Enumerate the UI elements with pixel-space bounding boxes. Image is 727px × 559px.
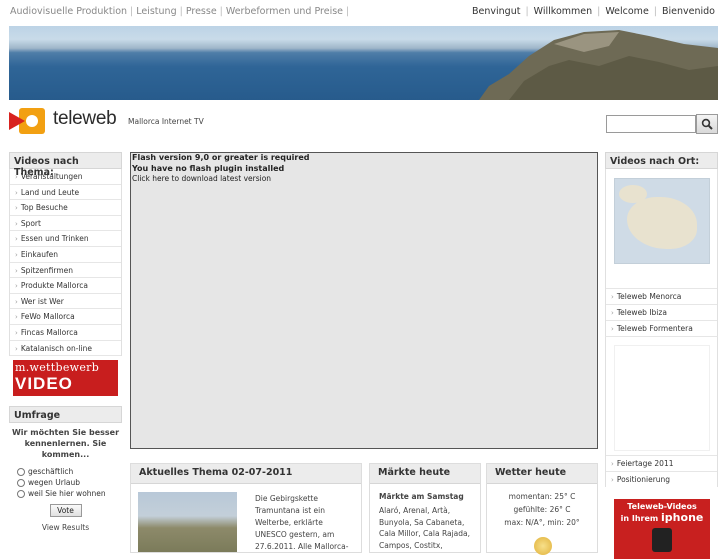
phone-icon xyxy=(652,528,672,552)
weather-felt-temp: gefühlte: 26° C xyxy=(513,505,571,514)
nav-separator: | xyxy=(653,6,657,17)
top-bar: Audiovisuelle Produktion | Leistung | Presse… xyxy=(0,0,727,26)
map-landmass xyxy=(626,197,697,249)
ad-placeholder xyxy=(605,336,718,455)
vote-button[interactable]: Vote xyxy=(49,504,82,518)
logo-row: teleweb Mallorca Internet TV xyxy=(0,102,727,144)
view-results-link[interactable]: View Results xyxy=(9,523,122,532)
markets-panel: Märkte heute Märkte am Samstag Alaró, Ar… xyxy=(369,463,481,553)
poll-option-label: wegen Urlaub xyxy=(28,478,81,488)
lang-link-catalan[interactable]: Benvingut xyxy=(472,6,520,17)
poll-option-label: geschäftlich xyxy=(28,467,74,477)
teleweb-logo-icon[interactable] xyxy=(9,108,45,134)
sidebar-item-katalanisch[interactable]: Katalanisch on-line xyxy=(10,341,121,357)
place-item-ibiza[interactable]: Teleweb Ibiza xyxy=(606,304,717,320)
video-contest-banner[interactable]: m.wettbewerb VIDEO xyxy=(13,360,118,397)
nav-separator: | xyxy=(597,6,601,17)
extra-menu: Feiertage 2011 Positionierung xyxy=(605,455,718,487)
sidebar-item-essen-und-trinken[interactable]: Essen und Trinken xyxy=(10,231,121,247)
top-nav-left: Audiovisuelle Produktion | Leistung | Presse… xyxy=(10,6,352,17)
menu-item-feiertage[interactable]: Feiertage 2011 xyxy=(606,455,717,471)
radio-button[interactable] xyxy=(17,478,25,487)
sidebar-title-places: Videos nach Ort: xyxy=(605,152,718,169)
sidebar-item-fincas-mallorca[interactable]: Fincas Mallorca xyxy=(10,325,121,341)
menu-item-positionierung[interactable]: Positionierung xyxy=(606,471,717,487)
sidebar-item-veranstaltungen[interactable]: Veranstaltungen xyxy=(10,169,121,185)
nav-separator: | xyxy=(525,6,529,17)
sidebar-title-themes: Videos nach Thema: xyxy=(9,152,122,178)
coastline-illustration xyxy=(479,30,718,100)
video-player-placeholder: Flash version 9,0 or greater is required… xyxy=(130,152,598,449)
nav-separator: | xyxy=(130,6,134,17)
sun-icon xyxy=(534,537,552,555)
weather-title: Wetter heute xyxy=(487,464,597,484)
iphone-ad-banner[interactable]: Teleweb-Videos in Ihrem iphone xyxy=(614,499,710,559)
markets-list: Alaró, Arenal, Artà, Bunyola, Sa Cabanet… xyxy=(379,506,471,550)
left-sidebar: Videos nach Thema: Veranstaltungen Land … xyxy=(9,152,122,532)
iphone-ad-brand: iphone xyxy=(661,511,704,524)
nav-link-audiovisuelle-produktion[interactable]: Audiovisuelle Produktion xyxy=(10,6,127,17)
flash-required-message: Flash version 9,0 or greater is required xyxy=(132,153,310,162)
nav-separator: | xyxy=(219,6,223,17)
sidebar-item-fewo-mallorca[interactable]: FeWo Mallorca xyxy=(10,309,121,325)
logo-tagline: Mallorca Internet TV xyxy=(128,117,204,126)
right-sidebar: Videos nach Ort: Teleweb Menorca Teleweb… xyxy=(605,152,718,559)
search-icon xyxy=(701,118,713,130)
current-topic-photo[interactable] xyxy=(138,492,237,552)
poll-option[interactable]: weil Sie hier wohnen xyxy=(9,488,122,499)
sidebar-item-top-besuche[interactable]: Top Besuche xyxy=(10,200,121,216)
current-topic-panel: Aktuelles Thema 02-07-2011 Die Gebirgske… xyxy=(130,463,362,553)
iphone-ad-line1: Teleweb-Videos xyxy=(627,502,697,511)
header-banner-image xyxy=(9,26,718,100)
place-item-menorca[interactable]: Teleweb Menorca xyxy=(606,288,717,304)
sidebar-item-einkaufen[interactable]: Einkaufen xyxy=(10,247,121,263)
map-container xyxy=(605,169,718,288)
poll-option[interactable]: wegen Urlaub xyxy=(9,477,122,488)
poll-option-label: weil Sie hier wohnen xyxy=(28,489,106,499)
nav-link-werbeformen[interactable]: Werbeformen und Preise xyxy=(226,6,343,17)
poll-title: Umfrage xyxy=(9,406,122,424)
place-item-formentera[interactable]: Teleweb Formentera xyxy=(606,320,717,336)
markets-subtitle: Märkte am Samstag xyxy=(379,492,464,501)
poll-option[interactable]: geschäftlich xyxy=(9,466,122,477)
nav-separator: | xyxy=(179,6,183,17)
poll-question: Wir möchten Sie besser kennenlernen. Sie… xyxy=(11,428,120,460)
nav-separator: | xyxy=(346,6,350,17)
iphone-ad-line2: in Ihrem iphone xyxy=(614,511,710,524)
sidebar-item-spitzenfirmen[interactable]: Spitzenfirmen xyxy=(10,263,121,279)
markets-title: Märkte heute xyxy=(370,464,480,484)
nav-link-leistung[interactable]: Leistung xyxy=(136,6,176,17)
lang-link-spanish[interactable]: Bienvenido xyxy=(662,6,715,17)
contest-banner-line2: VIDEO xyxy=(15,374,73,394)
contest-banner-line1: m.wettbewerb xyxy=(15,361,100,375)
nav-link-presse[interactable]: Presse xyxy=(186,6,217,17)
sidebar-item-wer-ist-wer[interactable]: Wer ist Wer xyxy=(10,294,121,310)
search-input[interactable] xyxy=(606,115,696,133)
language-nav: Benvingut | Willkommen | Welcome | Bienvenido xyxy=(472,6,715,17)
radio-button[interactable] xyxy=(17,489,25,498)
weather-panel: Wetter heute momentan: 25° C gefühlte: 2… xyxy=(486,463,598,555)
search-button[interactable] xyxy=(696,114,718,134)
no-flash-message: You have no flash plugin installed xyxy=(132,163,285,173)
theme-menu: Veranstaltungen Land und Leute Top Besuc… xyxy=(9,169,122,357)
iphone-ad-prefix: in Ihrem xyxy=(620,514,659,523)
radio-button[interactable] xyxy=(17,467,25,476)
sidebar-item-land-und-leute[interactable]: Land und Leute xyxy=(10,185,121,201)
ad-placeholder-inner xyxy=(614,345,710,451)
current-topic-title: Aktuelles Thema 02-07-2011 xyxy=(131,464,361,484)
weather-current-temp: momentan: 25° C xyxy=(508,492,576,501)
download-flash-link[interactable]: Click here to download latest version xyxy=(131,174,597,184)
current-topic-text: Die Gebirgskette Tramuntana ist ein Welt… xyxy=(255,494,349,551)
sidebar-item-sport[interactable]: Sport xyxy=(10,216,121,232)
mallorca-map[interactable] xyxy=(613,178,710,264)
weather-range: max: N/A°, min: 20° xyxy=(504,518,580,527)
sidebar-item-produkte-mallorca[interactable]: Produkte Mallorca xyxy=(10,278,121,294)
lang-link-german[interactable]: Willkommen xyxy=(534,6,592,17)
lang-link-english[interactable]: Welcome xyxy=(605,6,648,17)
place-menu: Teleweb Menorca Teleweb Ibiza Teleweb Fo… xyxy=(605,288,718,336)
logo-wordmark[interactable]: teleweb xyxy=(53,108,117,130)
